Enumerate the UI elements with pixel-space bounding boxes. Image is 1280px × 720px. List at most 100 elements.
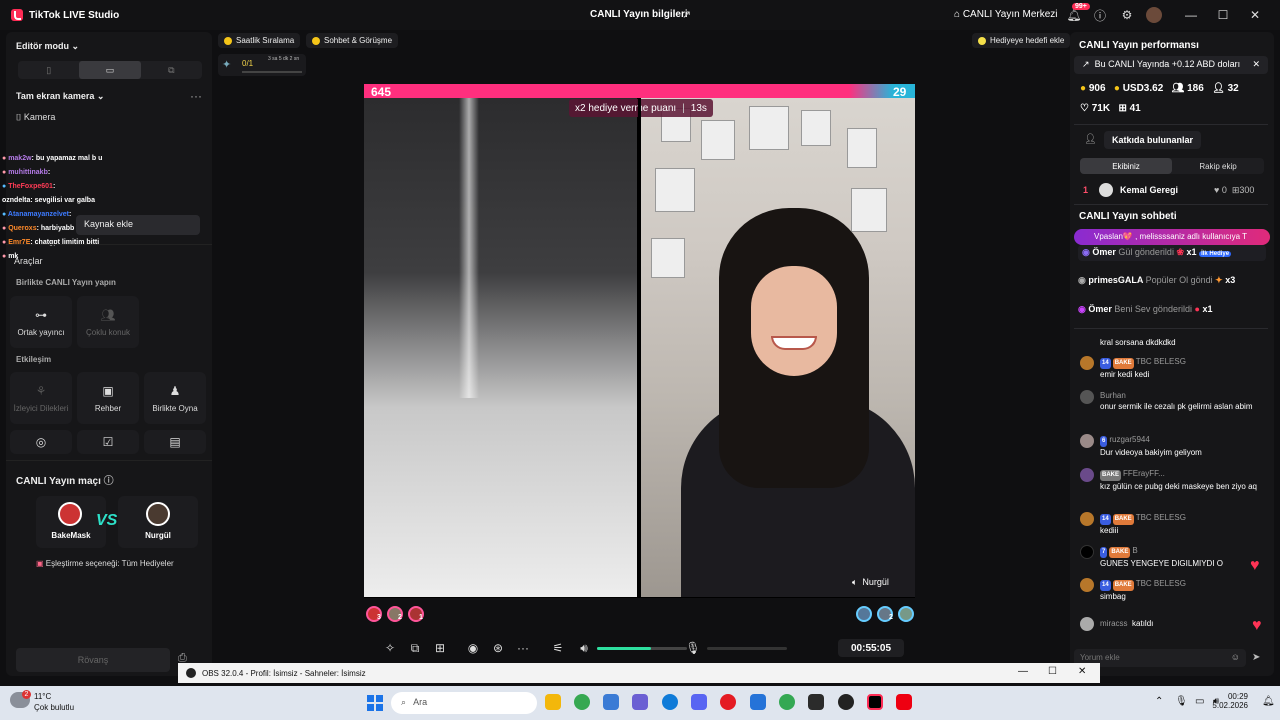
target-icon: ◎ [35, 435, 47, 449]
add-source-tooltip[interactable]: Kaynak ekle [76, 215, 200, 235]
target-icon[interactable]: ⊛ [491, 641, 505, 655]
multi-guest-button[interactable]: 👥︎ Çoklu konuk [77, 296, 139, 348]
edge-icon[interactable] [662, 694, 678, 710]
chat-avatar[interactable] [1080, 356, 1094, 370]
store-icon[interactable] [603, 694, 619, 710]
maximize-icon[interactable]: ☐ [1048, 666, 1057, 677]
portrait-icon[interactable]: ▯ [18, 61, 79, 79]
tool-button-c[interactable]: ▤ [144, 430, 206, 454]
minimize-icon[interactable]: — [1183, 7, 1199, 23]
chrome-icon[interactable] [574, 694, 590, 710]
tab-your-team[interactable]: Ekibiniz [1080, 158, 1172, 174]
together-title: Birlikte CANLI Yayın yapın [16, 278, 116, 287]
discord-icon[interactable] [691, 694, 707, 710]
close-icon[interactable]: ✕ [1252, 59, 1260, 70]
contributor-name: Kemal Geregi [1120, 185, 1179, 195]
send-icon[interactable]: ➤ [1252, 652, 1260, 663]
speaker-icon[interactable]: 🔈︎ [852, 577, 857, 587]
mic-icon[interactable]: 🎙︎ [685, 641, 700, 655]
volume-tray-icon[interactable]: 🔊︎ [1213, 696, 1219, 707]
opera-icon[interactable] [720, 694, 736, 710]
play-together-button[interactable]: ♟ Birlikte Oyna [144, 372, 206, 424]
magic-icon[interactable]: ✧ [383, 641, 397, 655]
contributors-icon[interactable]: 👤︎ [1084, 134, 1097, 145]
volume-slider[interactable] [597, 647, 687, 650]
emoji-icon[interactable]: ☺ [1231, 652, 1240, 662]
tab-rival-team[interactable]: Rakip ekip [1172, 158, 1264, 174]
settings-icon[interactable]: ⚙ [1119, 7, 1135, 23]
live-center-button[interactable]: ⌂ CANLI Yayın Merkezi [954, 9, 1058, 20]
avatar[interactable] [1146, 7, 1162, 23]
contributor-avatar[interactable] [1099, 183, 1113, 197]
money-icon: ● [1113, 83, 1120, 94]
hourly-ranking-button[interactable]: Saatlik Sıralama [218, 33, 301, 48]
adjust-icon[interactable]: ⚟ [551, 641, 565, 655]
app-icon[interactable] [808, 694, 824, 710]
right-score: 29 [893, 85, 907, 99]
editor-mode-dropdown[interactable]: Editör modu ⌄ [16, 41, 79, 52]
rank-avatar[interactable] [856, 606, 872, 622]
start-icon[interactable] [367, 695, 383, 711]
mail-icon[interactable] [750, 694, 766, 710]
youtube-icon[interactable] [896, 694, 912, 710]
file-explorer-icon[interactable] [545, 694, 561, 710]
chrome-alt-icon[interactable] [779, 694, 795, 710]
close-icon[interactable]: ✕ [1247, 7, 1263, 23]
close-icon[interactable]: ✕ [1078, 666, 1086, 677]
teams-icon[interactable] [632, 694, 648, 710]
mic-slider[interactable] [707, 647, 787, 650]
more-icon[interactable]: ··· [190, 89, 202, 103]
taskbar-search[interactable]: ⌕ Ara [391, 692, 537, 714]
camera-source[interactable]: ⌷ Kamera [16, 112, 55, 123]
viewer-wishes-button[interactable]: ⚘ İzleyici Dilekleri [10, 372, 72, 424]
share-icon[interactable]: ↗ [682, 8, 691, 21]
network-icon[interactable]: ▭ [1195, 696, 1204, 707]
chat-meet-label: Sohbet & Görüşme [324, 36, 393, 45]
orientation-switch[interactable]: ▯ ▭ ⧉ [18, 61, 202, 79]
help-icon[interactable]: ⓘ [104, 476, 114, 487]
chat-avatar[interactable] [1080, 434, 1094, 448]
tiktok-taskbar-icon[interactable] [867, 694, 883, 710]
guide-label: Rehber [94, 403, 122, 413]
obs-taskbar-icon[interactable] [838, 694, 854, 710]
rotate-icon[interactable]: ⧉ [141, 61, 202, 79]
obs-window-bar[interactable]: OBS 32.0.4 - Profil: İsimsiz - Sahneler:… [178, 663, 1100, 683]
chat-avatar[interactable] [1080, 578, 1094, 592]
pinned-message[interactable]: Vpaslan💖 , melissssaniz adlı kullanıcıya… [1074, 229, 1270, 245]
earnings-note[interactable]: ↗ Bu CANLI Yayında +0.12 ABD doları ✕ [1074, 56, 1268, 74]
volume-icon[interactable]: 🔊︎ [577, 641, 591, 655]
help-icon[interactable]: ⓘ [1092, 7, 1108, 23]
mic-tray-icon[interactable]: 🎙︎ [1175, 696, 1188, 707]
live-info-title[interactable]: CANLI Yayın bilgileri [590, 9, 688, 20]
tool-button-a[interactable]: ◎ [10, 430, 72, 454]
chat-avatar[interactable] [1080, 390, 1094, 404]
minimize-icon[interactable]: — [1018, 666, 1028, 677]
guide-button[interactable]: ▣ Rehber [77, 372, 139, 424]
divider [1074, 204, 1268, 205]
chat-message: 14 BAKE TBC BELESG simbag [1100, 579, 1186, 601]
gift-goal-button[interactable]: Hediyeye hedefi ekle [972, 33, 1071, 48]
rank-avatar[interactable] [898, 606, 914, 622]
match-option[interactable]: ▣ Eşleştirme seçeneği: Tüm Hediyeler [36, 559, 174, 568]
maximize-icon[interactable]: ☐ [1215, 7, 1231, 23]
rematch-button[interactable]: Rövanş [16, 648, 170, 672]
chat-avatar[interactable] [1080, 617, 1094, 631]
chat-meet-button[interactable]: Sohbet & Görüşme [306, 33, 399, 48]
contributors-button[interactable]: Katkıda bulunanlar [1104, 131, 1202, 149]
more-icon[interactable]: ··· [516, 641, 530, 655]
landscape-icon[interactable]: ▭ [79, 61, 141, 79]
tray-chevron-icon[interactable]: ⌃ [1155, 696, 1163, 707]
layout-icon[interactable]: ⊞ [433, 641, 447, 655]
chat-avatar[interactable] [1080, 512, 1094, 526]
gift-row: ◉ Ömer Beni Sev gönderildi ● x1 [1078, 304, 1213, 314]
goal-widget[interactable]: ✦ 0/1 3 sa 5 dk 2 sn [218, 54, 306, 76]
bell-tray-icon[interactable]: 🔔︎ [1262, 696, 1275, 707]
chat-avatar[interactable] [1080, 545, 1094, 559]
chat-avatar[interactable] [1080, 468, 1094, 482]
player2-card[interactable]: Nurgül [118, 496, 198, 548]
tool-button-b[interactable]: ☑ [77, 430, 139, 454]
co-host-button[interactable]: ⊶ Ortak yayıncı [10, 296, 72, 348]
record-icon[interactable]: ◉ [466, 641, 480, 655]
effects-icon[interactable]: ⧉ [408, 641, 422, 655]
scene-dropdown[interactable]: Tam ekran kamera ⌄ [16, 91, 104, 102]
